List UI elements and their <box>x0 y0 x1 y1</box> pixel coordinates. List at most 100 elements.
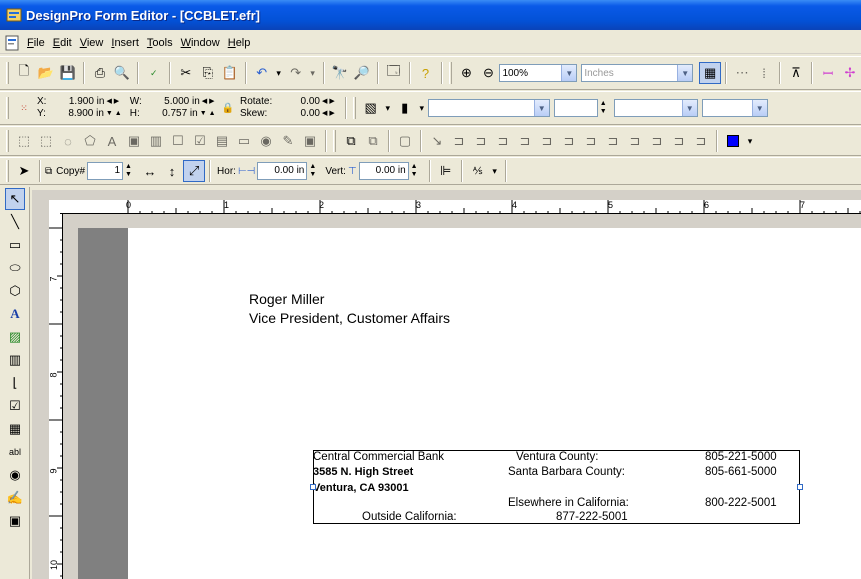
line-tool-icon[interactable]: ╲ <box>5 211 25 233</box>
barcode-tool-icon[interactable]: ▥ <box>5 349 25 371</box>
field-tool-icon[interactable]: ꟷ <box>817 62 839 84</box>
font-size-select[interactable] <box>553 99 598 117</box>
color-dropdown-icon[interactable]: ▾ <box>744 130 756 152</box>
line-style-icon[interactable]: ▮ <box>394 97 416 119</box>
polygon-object-icon[interactable]: ⬠ <box>79 130 101 152</box>
table-tool-icon[interactable]: ▦ <box>5 418 25 440</box>
spellcheck-icon[interactable]: ✓ <box>143 62 165 84</box>
horizontal-copy-icon[interactable]: ↔ <box>139 160 161 182</box>
print-icon[interactable]: ⎙ <box>89 62 111 84</box>
menu-tools[interactable]: Tools <box>143 37 177 49</box>
select-arrow-icon[interactable]: ↖ <box>5 188 25 210</box>
open-icon[interactable]: 📂 <box>35 62 57 84</box>
checkbox-object-icon[interactable]: ☑ <box>189 130 211 152</box>
distribute-v-icon[interactable]: ⊐ <box>580 130 602 152</box>
image-object-icon[interactable]: ▣ <box>123 130 145 152</box>
hor-spacing-field[interactable]: 0.00 in <box>257 162 308 180</box>
help-icon[interactable]: ? <box>415 62 437 84</box>
signature-tool-icon[interactable]: ✍ <box>5 487 25 509</box>
menu-view[interactable]: View <box>76 37 108 49</box>
text-tool-icon[interactable]: A <box>5 303 25 325</box>
h-stepper[interactable]: ▼ ▲ <box>200 108 216 120</box>
button-tool-icon[interactable]: ▣ <box>5 510 25 532</box>
copy-icon[interactable]: ⎘ <box>197 62 219 84</box>
toolbar-grip[interactable] <box>333 130 336 152</box>
sign-object-icon[interactable]: ✎ <box>277 130 299 152</box>
y-value[interactable]: 8.900 in <box>48 108 104 120</box>
chevron-down-icon[interactable]: ▼ <box>677 65 693 81</box>
field-add-icon[interactable]: ✢ <box>839 62 861 84</box>
table-object-icon[interactable]: ▤ <box>211 130 233 152</box>
undo-icon[interactable]: ↶ <box>251 62 273 84</box>
document-icon[interactable] <box>4 35 20 51</box>
sequence-icon[interactable]: ⅍ <box>467 160 489 182</box>
fill-color-icon[interactable]: ▧ <box>360 97 382 119</box>
redo-icon[interactable]: ↷ <box>285 62 307 84</box>
diagonal-copy-icon[interactable]: ⤢ <box>183 160 206 182</box>
toolbar-grip[interactable] <box>6 97 9 119</box>
menu-window[interactable]: Window <box>177 37 224 49</box>
skew-stepper[interactable]: ◀ ▶ <box>322 108 335 120</box>
grid-icon[interactable]: ⋯ <box>731 62 753 84</box>
new-icon[interactable]: 🗋 <box>13 62 35 84</box>
redo-dropdown-icon[interactable]: ▾ <box>307 62 319 84</box>
properties-icon[interactable]: 🗔 <box>383 62 405 84</box>
send-back-icon[interactable]: ⧉ <box>362 130 384 152</box>
align-bottom-icon[interactable]: ⊐ <box>536 130 558 152</box>
find-icon[interactable]: 🔭 <box>329 62 351 84</box>
textbox-tool-icon[interactable]: abl <box>5 441 25 463</box>
distribute-h-icon[interactable]: ⊐ <box>558 130 580 152</box>
rotate-stepper[interactable]: ◀ ▶ <box>322 96 335 108</box>
fill-dropdown-icon[interactable]: ▾ <box>382 97 394 119</box>
paste-icon[interactable]: 📋 <box>219 62 241 84</box>
grid-snap-icon[interactable]: ▦ <box>699 62 722 84</box>
toolbar-grip[interactable] <box>6 130 9 152</box>
same-height-icon[interactable]: ⊐ <box>624 130 646 152</box>
button-object-icon[interactable]: ▣ <box>299 130 321 152</box>
pointer-icon[interactable]: ➤ <box>13 160 35 182</box>
y-stepper[interactable]: ▼ ▲ <box>106 108 122 120</box>
units-select[interactable]: Inches ▼ <box>581 64 694 82</box>
page[interactable] <box>128 228 861 579</box>
menu-file[interactable]: File <box>23 37 49 49</box>
toolbar-grip[interactable] <box>352 97 356 119</box>
skew-value[interactable]: 0.00 <box>282 108 320 120</box>
x-stepper[interactable]: ◀ ▶ <box>106 96 119 108</box>
print-preview-icon[interactable]: 🔍 <box>111 62 133 84</box>
radio-object-icon[interactable]: ◉ <box>255 130 277 152</box>
lock-icon[interactable]: 🔒 <box>222 103 234 114</box>
recipient-name[interactable]: Roger Miller <box>249 291 324 307</box>
copy-count-stepper[interactable]: ▲ ▼ <box>125 163 135 179</box>
w-stepper[interactable]: ◀ ▶ <box>202 96 215 108</box>
group-icon[interactable]: ▢ <box>394 130 416 152</box>
select-tool-icon[interactable]: ⊼ <box>785 62 807 84</box>
rect-object-icon[interactable]: ⬚ <box>35 130 57 152</box>
rectangle-tool-icon[interactable]: ▭ <box>5 234 25 256</box>
toolbar-grip[interactable] <box>6 160 9 182</box>
center-page-icon[interactable]: ⊐ <box>668 130 690 152</box>
align-right-icon[interactable]: ⊐ <box>470 130 492 152</box>
field-object-icon[interactable]: ▭ <box>233 130 255 152</box>
toolbar-grip[interactable] <box>448 62 452 84</box>
zoom-out-icon[interactable]: ⊖ <box>477 62 499 84</box>
bring-front-icon[interactable]: ⧉ <box>340 130 362 152</box>
menu-help[interactable]: Help <box>224 37 255 49</box>
h-value[interactable]: 0.757 in <box>142 108 198 120</box>
chevron-down-icon[interactable]: ▼ <box>561 65 577 81</box>
toolbar-grip[interactable] <box>6 62 9 84</box>
zoom-select[interactable]: 100% ▼ <box>499 64 578 82</box>
field-tool-icon[interactable]: ⌊ <box>5 372 25 394</box>
align-left-icon[interactable]: ↘ <box>426 130 448 152</box>
alignment-select[interactable]: ▼ <box>701 99 768 117</box>
resize-handle-right[interactable] <box>797 484 803 490</box>
replace-icon[interactable]: 🔎 <box>351 62 373 84</box>
polygon-tool-icon[interactable]: ⬡ <box>5 280 25 302</box>
anchor-icon[interactable]: ⁙ <box>13 97 35 119</box>
style-select[interactable]: ▼ <box>613 99 698 117</box>
align-top-icon[interactable]: ⊐ <box>492 130 514 152</box>
zoom-in-icon[interactable]: ⊕ <box>456 62 478 84</box>
vertical-copy-icon[interactable]: ↕ <box>161 160 183 182</box>
hor-spacing-stepper[interactable]: ▲ ▼ <box>309 163 319 179</box>
chevron-down-icon[interactable]: ▼ <box>681 100 697 116</box>
cut-icon[interactable]: ✂ <box>175 62 197 84</box>
